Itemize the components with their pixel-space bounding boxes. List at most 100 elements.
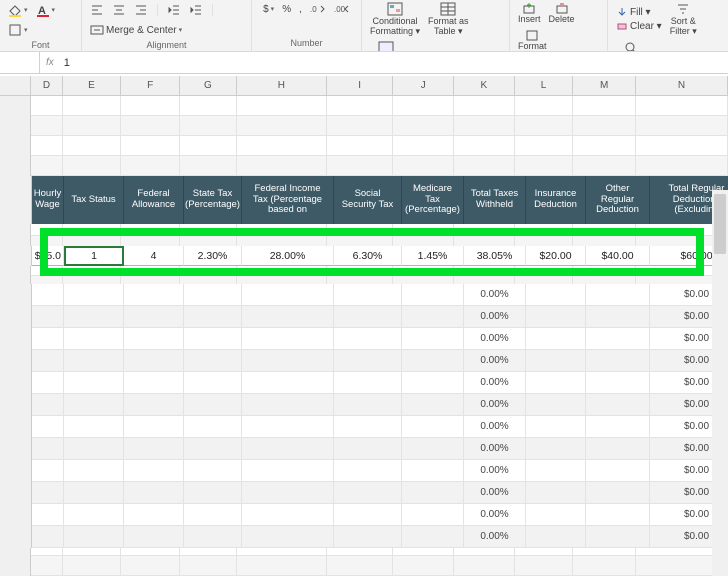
cell-total-taxes[interactable]: 0.00% <box>464 416 526 438</box>
align-left-button[interactable] <box>88 2 106 18</box>
table-header-row: Hourly Wage Tax Status Federal Allowance… <box>0 176 728 224</box>
cell-federal-allowance[interactable]: 4 <box>124 246 184 266</box>
cell-other-deduction[interactable]: $40.00 <box>586 246 650 266</box>
cell-total-taxes[interactable]: 0.00% <box>464 306 526 328</box>
group-styles: ConditionalFormatting ▾ Format asTable ▾… <box>362 0 510 51</box>
font-color-button[interactable]: A▾ <box>34 2 58 18</box>
cell-tax-status[interactable]: 1 <box>64 246 124 266</box>
col-E[interactable]: E <box>63 76 122 95</box>
percent-button[interactable]: % <box>280 3 293 16</box>
font-color-icon: A <box>36 3 50 17</box>
group-cells: Insert Delete Format Cells <box>510 0 608 51</box>
col-F[interactable]: F <box>121 76 180 95</box>
delete-button[interactable]: Delete <box>547 2 577 25</box>
hdr-total-taxes: Total Taxes Withheld <box>464 176 526 224</box>
cell-total-taxes[interactable]: 0.00% <box>464 460 526 482</box>
merge-icon <box>90 23 104 37</box>
cell-total-taxes[interactable]: 0.00% <box>464 394 526 416</box>
indent-dec-icon <box>167 3 181 17</box>
border-icon <box>8 23 22 37</box>
currency-label: $ <box>263 4 269 15</box>
incdec-icon: .0 <box>310 3 326 15</box>
find-select-button[interactable]: Find &Select ▾ <box>614 41 650 52</box>
cell-social-security[interactable]: 6.30% <box>334 246 402 266</box>
hdr-medicare-tax: Medicare Tax (Percentage) <box>402 176 464 224</box>
cell-total-taxes[interactable]: 0.00% <box>464 504 526 526</box>
cell-styles-button[interactable]: CellStyles ▾ <box>368 41 404 52</box>
col-N[interactable]: N <box>636 76 728 95</box>
cell-total-taxes[interactable]: 0.00% <box>464 328 526 350</box>
sort-filter-icon <box>675 2 691 16</box>
cell-federal-income-tax[interactable]: 28.00% <box>242 246 334 266</box>
col-D[interactable]: D <box>31 76 62 95</box>
col-I[interactable]: I <box>327 76 394 95</box>
ribbon: ▾ A▾ ▾ Font Merge & Center▾ Alignment <box>0 0 728 52</box>
vertical-scrollbar[interactable] <box>712 190 728 576</box>
extra-rows: 0.00%$0.000.00%$0.000.00%$0.000.00%$0.00… <box>0 284 728 548</box>
cell-medicare-tax[interactable]: 1.45% <box>402 246 464 266</box>
column-headers: D E F G H I J K L M N <box>0 76 728 96</box>
indent-dec-button[interactable] <box>165 2 183 18</box>
conditional-formatting-button[interactable]: ConditionalFormatting ▾ <box>368 2 422 37</box>
cell-total-taxes[interactable]: 0.00% <box>464 284 526 306</box>
cell-insurance-deduction[interactable]: $20.00 <box>526 246 586 266</box>
hdr-federal-income-tax: Federal Income Tax (Percentage based on <box>242 176 334 224</box>
cell-state-tax[interactable]: 2.30% <box>184 246 242 266</box>
group-alignment: Merge & Center▾ Alignment <box>82 0 252 51</box>
svg-text:.00: .00 <box>334 5 346 14</box>
col-H[interactable]: H <box>237 76 327 95</box>
cell-hourly-wage[interactable]: $15.0 <box>32 246 64 266</box>
group-font: ▾ A▾ ▾ Font <box>0 0 82 51</box>
comma-label: , <box>299 4 302 15</box>
cell-total-taxes[interactable]: 0.00% <box>464 372 526 394</box>
col-M[interactable]: M <box>573 76 636 95</box>
hdr-federal-allowance: Federal Allowance <box>124 176 184 224</box>
cell-total-taxes[interactable]: 0.00% <box>464 350 526 372</box>
eraser-icon <box>616 21 628 31</box>
col-L[interactable]: L <box>515 76 574 95</box>
indent-inc-button[interactable] <box>187 2 205 18</box>
align-center-icon <box>112 3 126 17</box>
format-button[interactable]: Format <box>516 29 549 52</box>
hdr-tax-status: Tax Status <box>64 176 124 224</box>
percent-label: % <box>282 4 291 15</box>
fill-color-button[interactable]: ▾ <box>6 2 30 18</box>
align-right-button[interactable] <box>132 2 150 18</box>
group-label-number: Number <box>290 36 322 49</box>
align-left-icon <box>90 3 104 17</box>
formula-bar: fx <box>0 52 728 74</box>
select-all-corner[interactable] <box>0 76 31 95</box>
indent-inc-icon <box>189 3 203 17</box>
cell-total-taxes[interactable]: 0.00% <box>464 482 526 504</box>
group-editing: Fill ▾ Clear ▾ Sort &Filter ▾ Find &Sele… <box>608 0 726 51</box>
col-G[interactable]: G <box>180 76 237 95</box>
currency-button[interactable]: $▾ <box>261 3 276 16</box>
col-K[interactable]: K <box>454 76 515 95</box>
comma-button[interactable]: , <box>297 3 304 16</box>
name-box[interactable] <box>0 52 40 73</box>
cell-total-taxes[interactable]: 38.05% <box>464 246 526 266</box>
fmt-table-icon <box>440 2 456 16</box>
worksheet[interactable]: Hourly Wage Tax Status Federal Allowance… <box>0 96 728 576</box>
cell-total-taxes[interactable]: 0.00% <box>464 526 526 548</box>
sort-filter-button[interactable]: Sort &Filter ▾ <box>668 2 699 37</box>
align-center-button[interactable] <box>110 2 128 18</box>
insert-icon <box>522 2 536 14</box>
find-icon <box>624 41 640 52</box>
clear-button[interactable]: Clear ▾ <box>614 20 664 33</box>
hdr-insurance-deduction: Insurance Deduction <box>526 176 586 224</box>
merge-center-button[interactable]: Merge & Center▾ <box>88 22 184 38</box>
scrollbar-thumb[interactable] <box>714 194 726 254</box>
cond-fmt-icon <box>387 2 403 16</box>
inc-dec-button[interactable]: .0 <box>308 2 328 16</box>
cell-total-taxes[interactable]: 0.00% <box>464 438 526 460</box>
border-button[interactable]: ▾ <box>6 22 30 38</box>
col-J[interactable]: J <box>393 76 454 95</box>
format-icon <box>525 29 539 41</box>
format-as-table-button[interactable]: Format asTable ▾ <box>426 2 471 37</box>
fill-button[interactable]: Fill ▾ <box>614 6 664 19</box>
insert-button[interactable]: Insert <box>516 2 543 25</box>
formula-input[interactable] <box>60 57 728 69</box>
hdr-other-regular-deduction: Other Regular Deduction <box>586 176 650 224</box>
dec-dec-button[interactable]: .00 <box>332 2 352 16</box>
